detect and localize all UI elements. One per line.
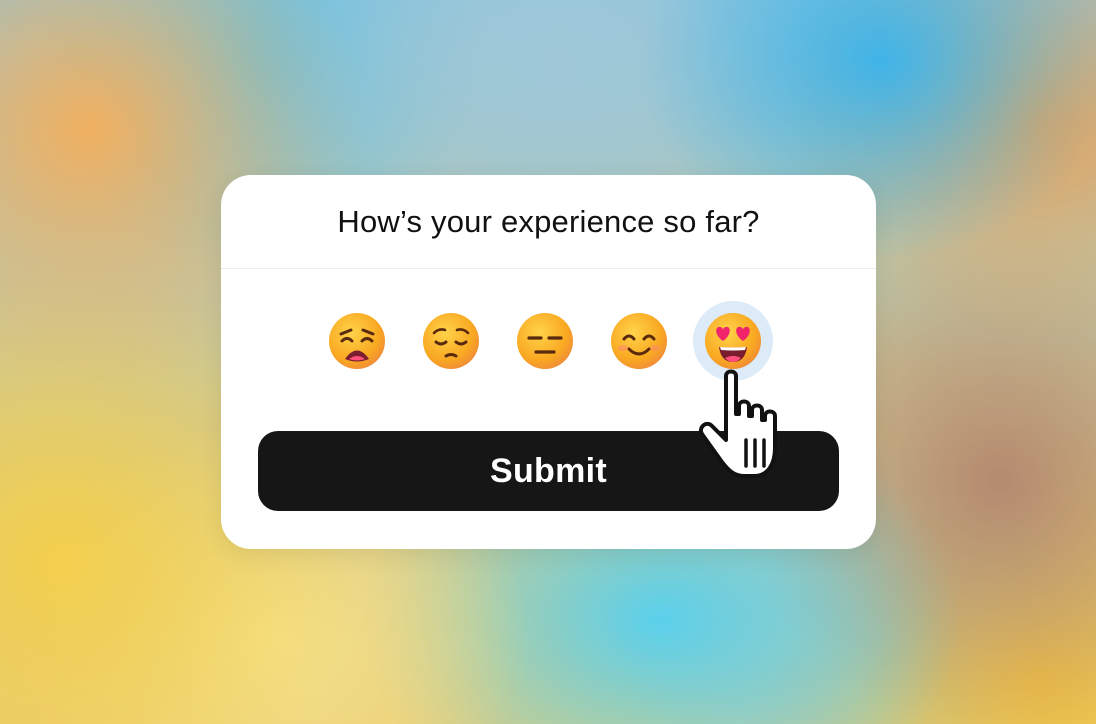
rating-option-weary[interactable] (328, 312, 386, 370)
rating-options (328, 301, 773, 381)
pensive-face-icon (423, 313, 479, 369)
rating-option-smiling[interactable] (610, 312, 668, 370)
expressionless-face-icon (517, 313, 573, 369)
smiling-face-icon (611, 313, 667, 369)
heart-eyes-face-icon (705, 313, 761, 369)
rating-option-pensive[interactable] (422, 312, 480, 370)
rating-option-neutral[interactable] (516, 312, 574, 370)
survey-question: How’s your experience so far? (337, 204, 760, 239)
feedback-card: How’s your experience so far? Submit (221, 175, 876, 549)
weary-face-icon (329, 313, 385, 369)
divider (221, 268, 876, 269)
hand-pointer-cursor-icon (699, 369, 777, 478)
